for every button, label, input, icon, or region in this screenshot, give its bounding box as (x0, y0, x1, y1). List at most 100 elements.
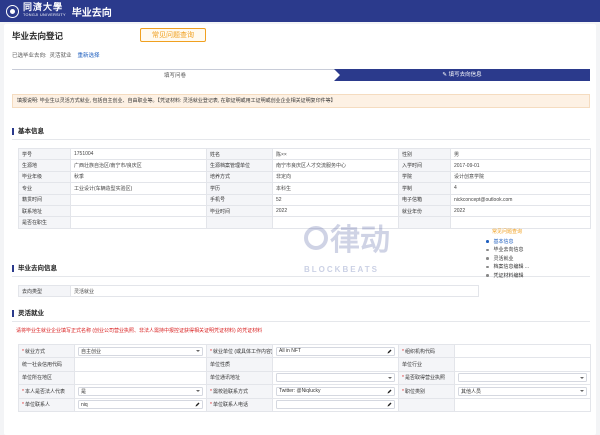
field-value (70, 193, 207, 206)
required-asterisk: * (210, 388, 212, 395)
input-value: All in NFT (279, 348, 301, 355)
field-label: 生源地 (18, 159, 71, 172)
field-label: 电子信箱 (398, 193, 451, 206)
basic-info-table: 学号 1751004 姓名 陈×× 性别男生源地 广西壮族自治区/南宁市/良庆区 生源档案管… (18, 147, 591, 229)
form-label-text: 统一社会信用代码 (22, 362, 63, 369)
select-field[interactable]: 自主创业 (78, 346, 203, 356)
form-field-label: *就业方式 (18, 343, 75, 359)
selected-label: 已选毕业去向: (12, 53, 47, 59)
logo-en: TONGJI UNIVERSITY (23, 13, 66, 18)
reselect-link[interactable]: 重新选择 (78, 53, 100, 59)
table-row: 联系地址 毕业时间 2022 就业年份 2022 (18, 204, 591, 218)
form-field-cell: Twitter: @Niqlucky (272, 384, 399, 399)
form-field-label: *本人是否法人代表 (18, 384, 75, 399)
form-field-label: 单位性质 (206, 357, 273, 372)
field-label: 入学时间 (398, 159, 451, 172)
empty-cell (398, 216, 451, 229)
university-seal-icon (6, 4, 19, 18)
form-label-text: 本人是否法人代表 (24, 388, 65, 395)
select-field[interactable] (458, 373, 587, 383)
form-field-label: 单位通讯地址 (206, 370, 273, 386)
table-row: 统一社会信用代码 单位性质 单位行业 (18, 357, 591, 372)
table-row: 毕业年级 秋季 培养方式 非定向 学院 设计创意学院 (18, 170, 591, 184)
form-field-cell: niq (74, 397, 207, 412)
field-label: 学号 (18, 147, 71, 161)
top-bar: 同濟大學 TONGJI UNIVERSITY 毕业去向 (0, 0, 600, 22)
text-input[interactable]: niq (78, 400, 203, 410)
field-label: 学院 (398, 170, 451, 184)
field-value: 4 (450, 182, 591, 195)
faq-button[interactable]: 常见问题查询 (140, 28, 206, 42)
step-destination-info[interactable]: ✎ 填写去向信息 (334, 69, 590, 81)
section-flexible-employment: 灵活就业 (12, 310, 44, 317)
field-value: 广西壮族自治区/南宁市/良庆区 (70, 159, 207, 172)
pencil-icon (387, 389, 392, 394)
nav-dot-icon (486, 265, 489, 268)
field-label: 籍贯时间 (18, 193, 71, 206)
field-label: 手机号 (206, 193, 273, 206)
section-divider (12, 321, 590, 322)
text-input[interactable]: All in NFT (276, 346, 395, 356)
nav-dot-icon (486, 257, 489, 260)
form-field-cell (74, 370, 207, 386)
form-field-cell: 自主创业 (74, 343, 207, 359)
anchor-nav-item[interactable]: 毕业去向信息 (486, 246, 554, 255)
step-questionnaire[interactable]: 填写问卷 (12, 69, 338, 81)
input-value: niq (81, 401, 88, 408)
field-label: 学制 (398, 182, 451, 195)
required-asterisk: * (22, 348, 24, 355)
form-field-cell (454, 343, 591, 359)
form-field-cell (272, 397, 399, 412)
form-label-text: 需校验联系方式 (212, 388, 248, 395)
select-field[interactable]: 是 (78, 386, 203, 396)
anchor-nav-label: 灵活就业 (493, 255, 514, 262)
selected-destination-line: 已选毕业去向: 灵活就业 重新选择 (12, 51, 100, 59)
form-field-label: *需校验联系方式 (206, 384, 273, 399)
anchor-nav-item[interactable]: 凭证材料编辑 (486, 271, 554, 280)
chevron-down-icon (580, 376, 584, 379)
form-label-text: 就业单位 (或具体工作内容) (212, 348, 273, 355)
form-field-cell (74, 357, 207, 372)
empty-cell (272, 216, 399, 229)
text-input[interactable] (276, 400, 395, 410)
required-asterisk: * (402, 348, 404, 355)
nav-dot-icon (486, 248, 489, 251)
anchor-nav-item[interactable]: 基本信息 (486, 237, 554, 246)
field-label: 培养方式 (206, 170, 273, 184)
select-field[interactable]: 其他人员 (458, 386, 587, 396)
form-field-label: *组织机构代码 (398, 343, 455, 359)
select-field[interactable] (276, 373, 395, 383)
field-value: 工业设计(车辆造型实验区) (70, 182, 207, 195)
form-field-label: 单位行业 (398, 357, 455, 372)
field-value (70, 204, 207, 218)
step-destination-label: 填写去向信息 (448, 72, 482, 78)
anchor-nav-item[interactable]: 档案信息编辑 ... (486, 263, 554, 272)
anchor-nav-item[interactable]: 灵活就业 (486, 254, 554, 263)
table-row: 专业 工业设计(车辆造型实验区) 学历 本科生 学制 4 (18, 182, 591, 195)
section-basic-info: 基本信息 (12, 128, 44, 135)
flexible-warning: 请将毕业生就业企业填写正式名称 (创业公司营业执照、非法人需持中报控证获得相关证… (16, 328, 263, 334)
anchor-navigation: 常见问题查询 基本信息 毕业去向信息 灵活就业 档案信息编辑 ... 凭证材料编辑 (486, 228, 554, 280)
main-page: 毕业去向登记 常见问题查询 已选毕业去向: 灵活就业 重新选择 填写问卷 ✎ 填写去… (4, 24, 596, 435)
input-value: 其他人员 (461, 388, 482, 395)
table-row: 学号 1751004 姓名 陈×× 性别男 (18, 147, 591, 161)
required-asterisk: * (210, 348, 212, 355)
field-label: 专业 (18, 182, 71, 195)
form-field-cell (272, 370, 399, 386)
form-field-cell: All in NFT (272, 343, 399, 359)
field-value: 2022 (450, 204, 591, 218)
required-asterisk: * (402, 388, 404, 395)
pencil-icon (195, 402, 200, 407)
required-asterisk: * (22, 402, 24, 409)
table-row: 籍贯时间 手机号 52 电子信箱 nickconcept@outlook.com (18, 193, 591, 206)
form-label-text: 单位行业 (402, 362, 423, 369)
required-asterisk: * (22, 388, 24, 395)
text-input[interactable]: Twitter: @Niqlucky (276, 386, 395, 396)
form-label-text: 组织机构代码 (404, 348, 435, 355)
form-field-label: *单位联系人电话 (206, 397, 273, 412)
form-field-cell (454, 357, 591, 372)
empty-cell (206, 216, 273, 229)
nav-faq-link[interactable]: 常见问题查询 (492, 228, 554, 235)
anchor-nav-label: 基本信息 (493, 238, 514, 245)
university-logo[interactable]: 同濟大學 TONGJI UNIVERSITY (23, 4, 66, 18)
